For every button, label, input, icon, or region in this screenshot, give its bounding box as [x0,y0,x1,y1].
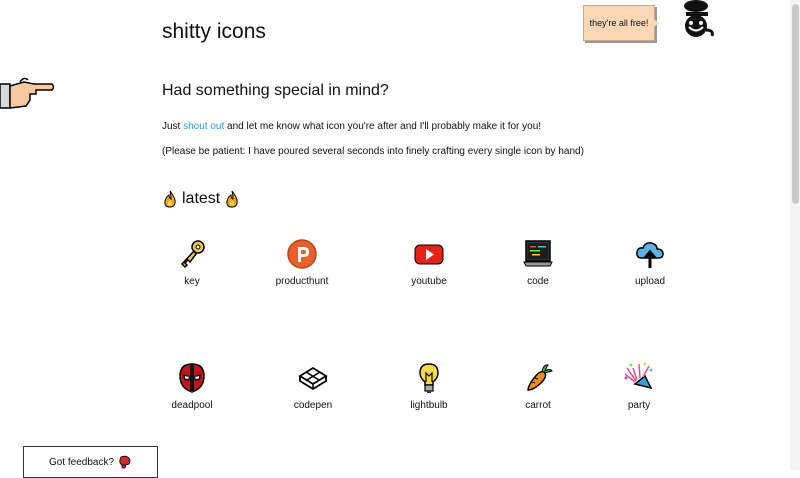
lightbulb-icon [419,363,439,393]
feedback-label: Got feedback? [48,456,115,468]
icon-item-carrot[interactable]: carrot [498,362,578,411]
icon-label: code [527,276,549,287]
icon-item-producthunt[interactable]: producthunt [262,238,342,287]
icon-label: upload [634,276,666,287]
speech-bubble-text: they're all free! [589,18,649,28]
boxing-glove-icon [119,455,131,469]
icon-item-lightbulb[interactable]: lightbulb [389,362,469,411]
icon-label: party [627,400,651,411]
icon-item-codepen[interactable]: codepen [273,362,353,411]
deadpool-icon [179,363,205,393]
key-icon [180,240,205,269]
speech-bubble: they're all free! [583,5,655,41]
latest-label: latest [182,190,221,207]
youtube-icon [414,244,444,265]
icon-label: lightbulb [410,400,448,411]
fire-icon [164,190,176,208]
page-scrollbar[interactable] [790,0,800,470]
request-text-before: Just [162,121,184,132]
producthunt-icon [287,239,317,269]
latest-heading: latest [162,190,240,208]
party-icon [624,362,653,390]
code-icon [523,240,553,267]
feedback-button[interactable]: Got feedback? [23,446,158,478]
site-title: shitty icons [162,20,266,43]
request-text: Just shout out and let me know what icon… [162,121,541,132]
icon-item-deadpool[interactable]: deadpool [152,362,232,411]
codepen-icon [298,366,328,391]
request-heading: Had something special in mind? [162,82,389,99]
pointing-hand-icon [0,77,55,109]
icon-item-party[interactable]: party [599,362,679,411]
icon-label: youtube [411,276,447,287]
icon-item-key[interactable]: key [152,238,232,287]
scrollbar-thumb[interactable] [792,4,799,204]
patience-note: (Please be patient: I have poured severa… [162,146,584,157]
speech-bubble-tail [652,18,659,28]
mascot-icon [684,0,714,37]
icon-label: deadpool [171,400,213,411]
fire-icon [226,190,238,208]
request-text-after: and let me know what icon you're after a… [224,121,542,132]
icon-item-upload[interactable]: upload [610,238,690,287]
carrot-icon [527,364,553,391]
icon-item-youtube[interactable]: youtube [389,238,469,287]
icon-label: key [184,276,200,287]
icon-label: carrot [525,400,551,411]
icon-item-code[interactable]: code [498,238,578,287]
icon-label: codepen [293,400,333,411]
shout-out-link[interactable]: shout out [183,121,224,132]
icon-label: producthunt [275,276,329,287]
upload-icon [636,242,664,268]
